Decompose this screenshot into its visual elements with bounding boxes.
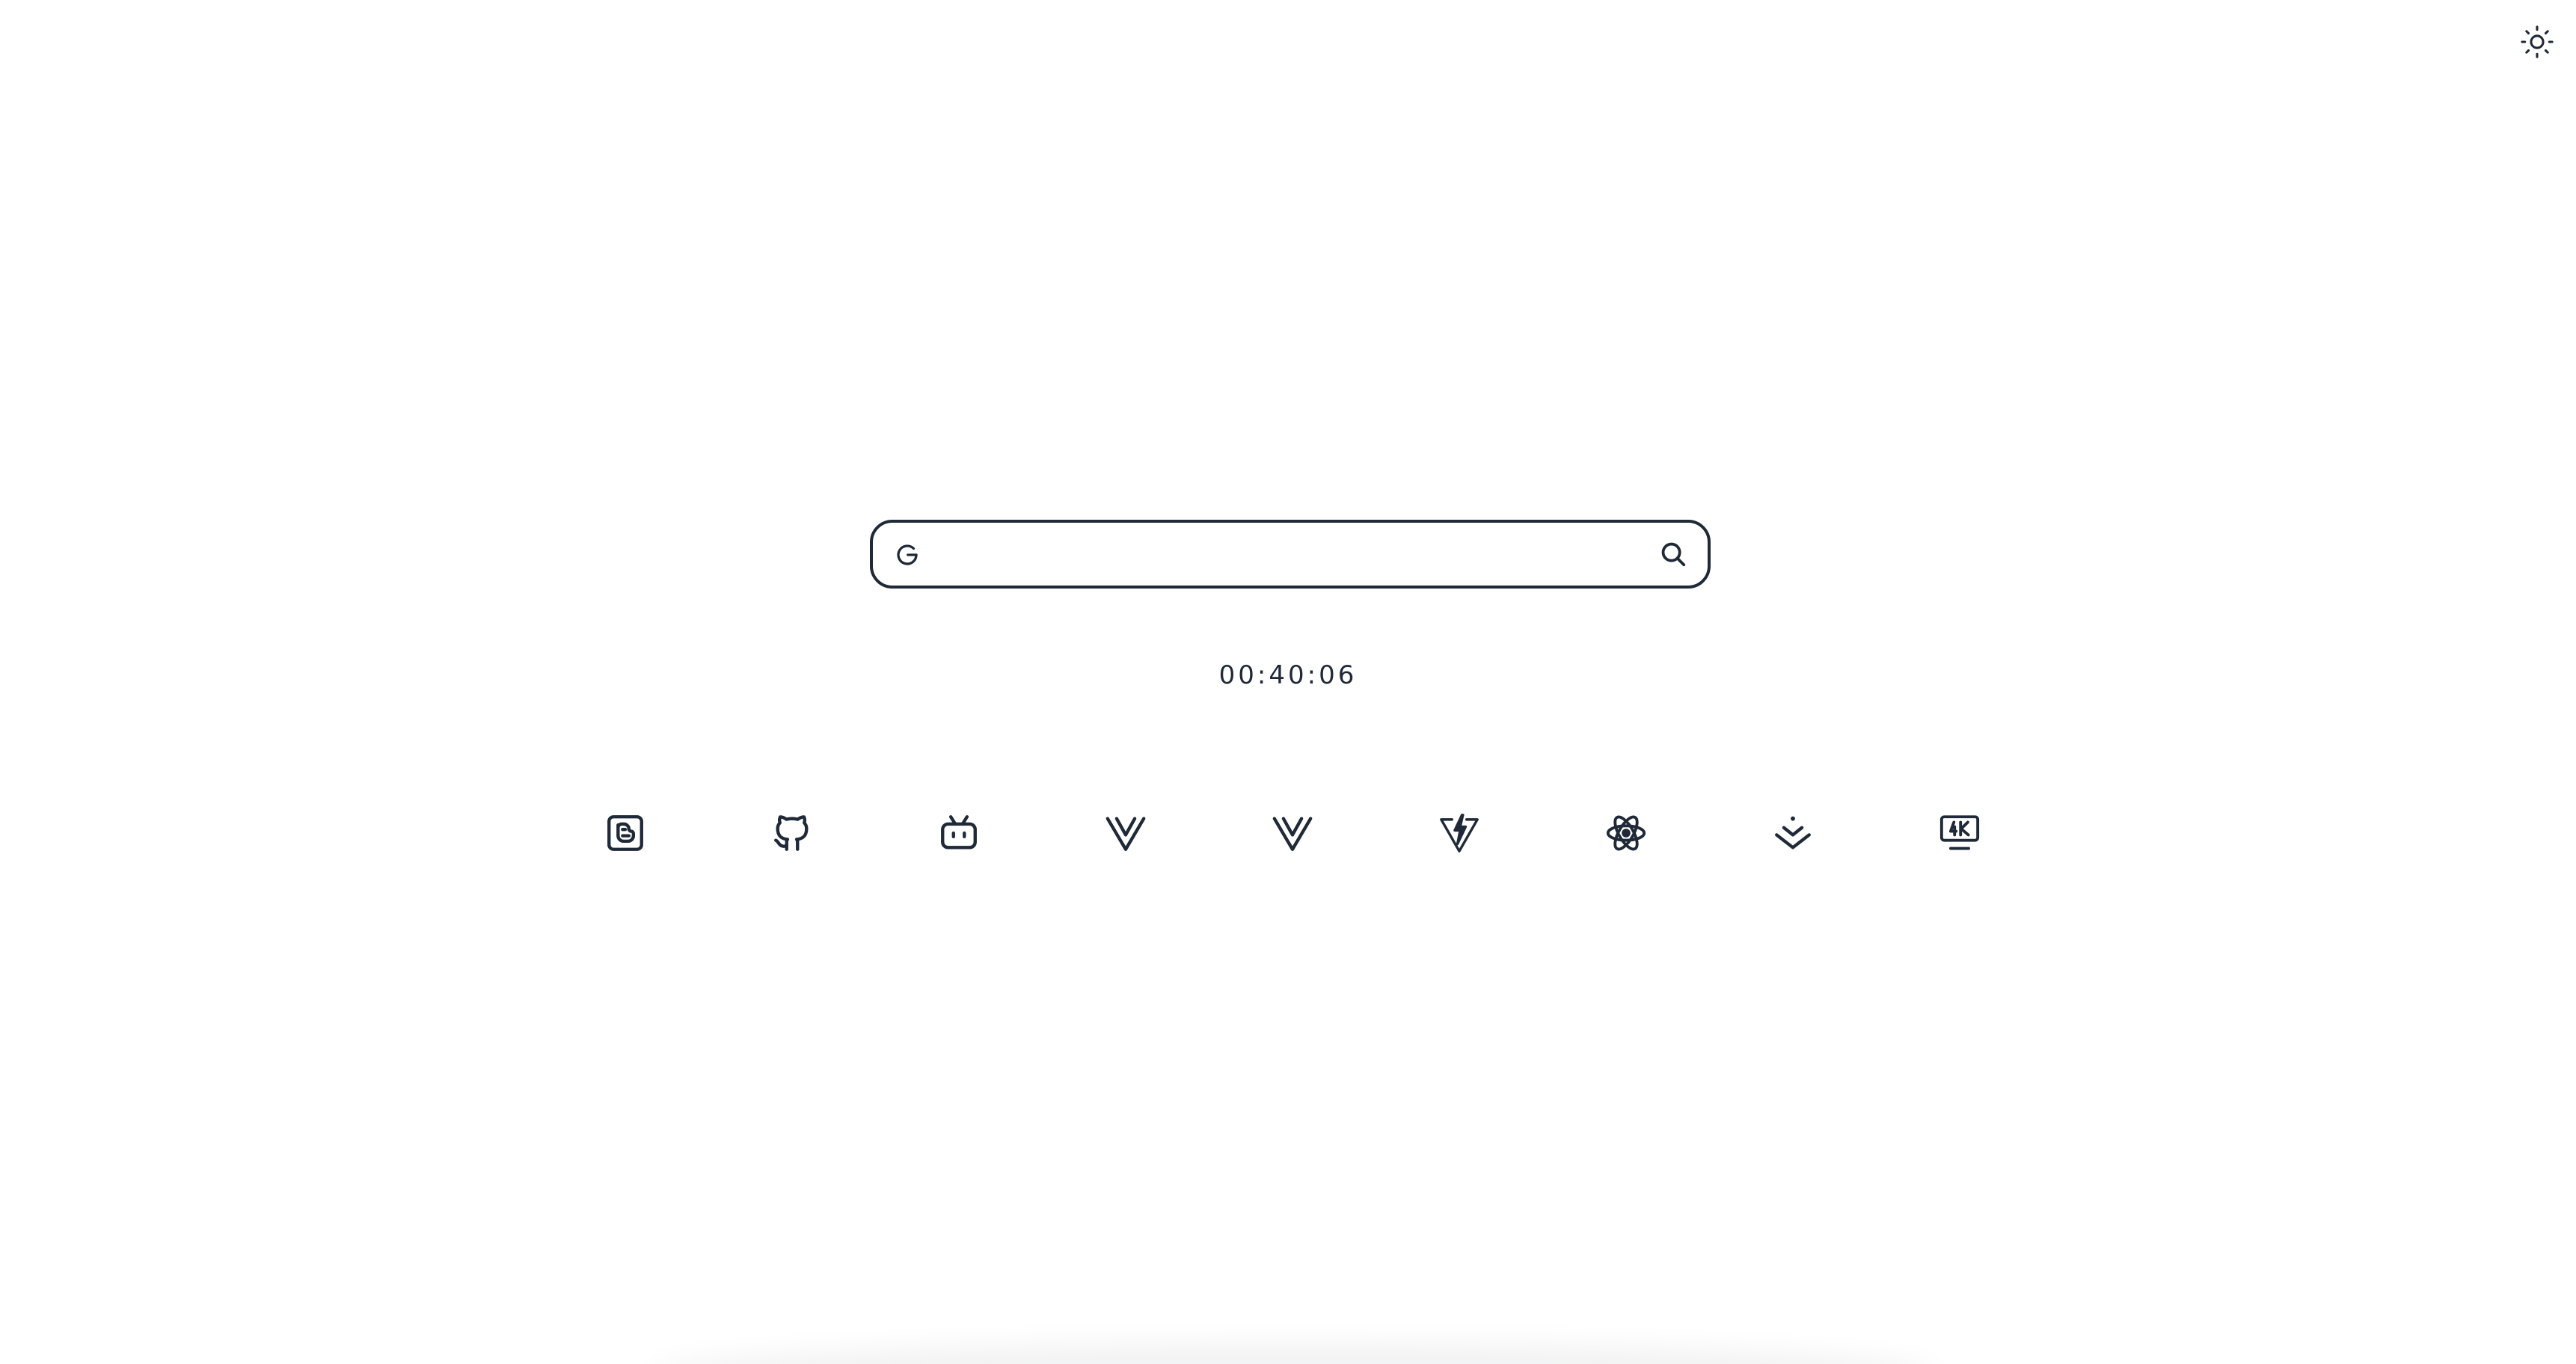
search-bar <box>870 520 1711 589</box>
shortcut-vite[interactable] <box>1432 806 1486 860</box>
vue-icon <box>1272 817 1313 851</box>
vue-icon <box>1105 817 1146 851</box>
google-icon <box>897 544 918 565</box>
shortcut-download[interactable] <box>1766 806 1820 860</box>
shortcut-bilibili[interactable] <box>932 806 986 860</box>
blogger-icon <box>607 815 643 851</box>
new-tab-page: 00:40:06 <box>0 0 2576 1364</box>
bottom-dock-shadow <box>658 1360 1930 1364</box>
shortcut-react[interactable] <box>1599 806 1653 860</box>
theme-toggle-button[interactable] <box>2519 24 2555 60</box>
search-engine-selector[interactable] <box>892 540 922 570</box>
shortcut-blogger[interactable] <box>598 806 652 860</box>
shortcut-vue[interactable] <box>1099 806 1153 860</box>
vite-icon <box>1440 814 1479 852</box>
clock-display: 00:40:06 <box>1218 660 1358 690</box>
sun-icon <box>2521 25 2554 58</box>
github-icon <box>774 815 809 851</box>
shortcut-vue-2[interactable] <box>1266 806 1319 860</box>
search-icon <box>1661 542 1686 567</box>
react-icon <box>1606 815 1646 851</box>
shortcut-github[interactable] <box>765 806 819 860</box>
4k-monitor-icon <box>1939 815 1980 850</box>
search-input[interactable] <box>936 529 1612 581</box>
search-button[interactable] <box>1657 538 1690 571</box>
download-icon <box>1775 816 1811 850</box>
shortcut-4k[interactable] <box>1933 806 1987 860</box>
bilibili-icon <box>941 815 977 850</box>
